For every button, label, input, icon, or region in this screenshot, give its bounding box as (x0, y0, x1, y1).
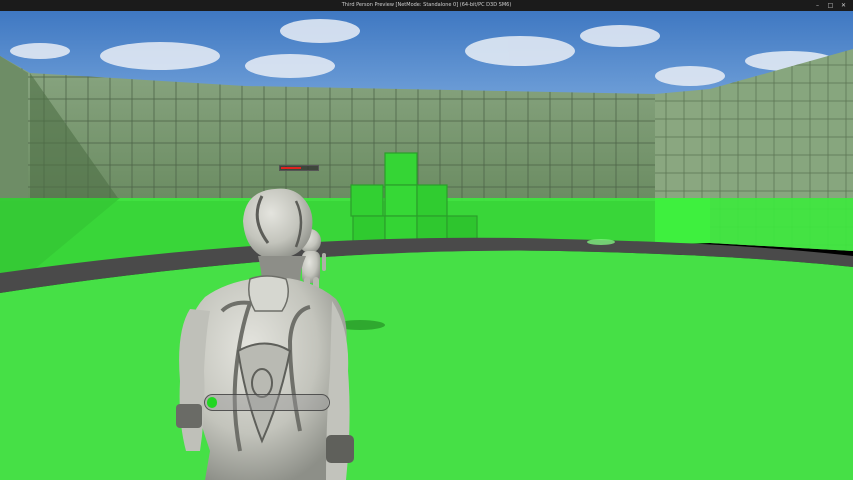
window-titlebar: Third Person Preview [NetMode: Standalon… (0, 0, 853, 11)
enemy-health-fill (281, 167, 301, 169)
game-viewport[interactable]: Third Person Preview [NetMode: Standalon… (0, 0, 853, 480)
close-icon[interactable]: ✕ (840, 2, 847, 9)
window-title: Third Person Preview [NetMode: Standalon… (341, 2, 512, 8)
maximize-icon[interactable]: □ (827, 2, 834, 9)
player-health-bar (204, 394, 330, 411)
game-scene (0, 11, 853, 480)
window-controls: – □ ✕ (814, 0, 847, 11)
minimize-icon[interactable]: – (814, 2, 821, 9)
spawn-pad (587, 239, 615, 245)
enemy-health-bar (279, 165, 319, 171)
floor (0, 250, 853, 480)
player-health-fill (207, 397, 217, 408)
